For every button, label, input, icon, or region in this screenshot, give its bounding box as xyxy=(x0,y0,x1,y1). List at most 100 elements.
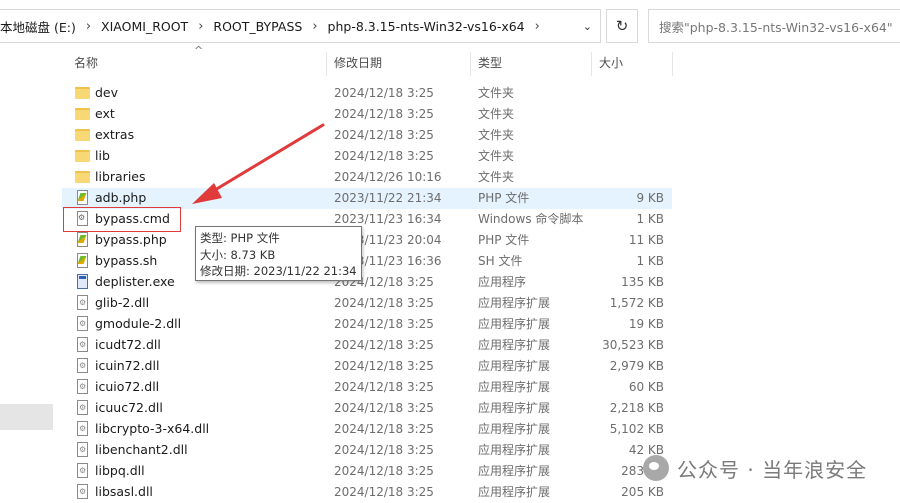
folder-icon xyxy=(75,87,90,99)
file-info-tooltip: 类型: PHP 文件 大小: 8.73 KB 修改日期: 2023/11/22 … xyxy=(195,226,362,281)
navigation-pane[interactable] xyxy=(0,44,55,503)
refresh-button[interactable]: ↻ xyxy=(606,9,638,43)
file-type: 应用程序扩展 xyxy=(478,317,551,331)
file-row[interactable]: bypass.php 2023/11/23 20:04 PHP 文件 11 KB xyxy=(62,230,672,251)
file-name: libpq.dll xyxy=(95,463,145,478)
file-type: 应用程序扩展 xyxy=(478,380,551,394)
file-name: adb.php xyxy=(95,190,147,205)
file-row[interactable]: libcrypto-3-x64.dll 2024/12/18 3:25 应用程序扩展… xyxy=(62,419,672,440)
file-type: 文件夹 xyxy=(478,107,515,121)
file-type: 应用程序扩展 xyxy=(478,422,551,436)
file-name: bypass.php xyxy=(95,232,167,247)
folder-icon xyxy=(75,129,90,141)
file-size: 19 KB xyxy=(628,317,664,331)
file-name: lib xyxy=(95,148,110,163)
watermark: 公众号 · 当年浪安全 xyxy=(643,450,878,486)
breadcrumb-root-bypass[interactable]: ROOT_BYPASS xyxy=(213,19,302,34)
file-row[interactable]: bypass.sh 2023/11/23 16:36 SH 文件 1 KB xyxy=(62,251,672,272)
column-divider[interactable] xyxy=(326,52,327,76)
breadcrumb-drive[interactable]: 本地磁盘 (E:) xyxy=(0,17,76,36)
file-row[interactable]: icuio72.dll 2024/12/18 3:25 应用程序扩展 60 KB xyxy=(62,377,672,398)
file-date: 2024/12/18 3:25 xyxy=(334,296,434,310)
file-date: 2024/12/18 3:25 xyxy=(334,317,434,331)
column-divider[interactable] xyxy=(672,52,673,76)
file-row[interactable]: icuuc72.dll 2024/12/18 3:25 应用程序扩展 2,218 KB xyxy=(62,398,672,419)
navigation-selected-item[interactable] xyxy=(0,404,53,430)
breadcrumb-separator-icon[interactable]: › xyxy=(535,19,540,34)
file-name: gmodule-2.dll xyxy=(95,316,182,331)
dll-file-icon xyxy=(77,337,88,352)
file-type: PHP 文件 xyxy=(478,233,530,247)
file-name: icudt72.dll xyxy=(95,337,161,352)
column-divider[interactable] xyxy=(470,52,471,76)
file-type: 应用程序扩展 xyxy=(478,359,551,373)
folder-icon xyxy=(75,108,90,120)
file-size: 11 KB xyxy=(628,233,664,247)
file-type: 文件夹 xyxy=(478,128,515,142)
column-date-header[interactable]: 修改日期 xyxy=(334,52,382,76)
breadcrumb-php-folder[interactable]: php-8.3.15-nts-Win32-vs16-x64 xyxy=(328,19,525,34)
file-row[interactable]: gmodule-2.dll 2024/12/18 3:25 应用程序扩展 19 KB xyxy=(62,314,672,335)
column-header: 名称 修改日期 类型 大小 xyxy=(62,52,674,76)
file-type: 应用程序扩展 xyxy=(478,401,551,415)
file-size: 1 KB xyxy=(636,254,664,268)
file-row[interactable]: ext 2024/12/18 3:25 文件夹 xyxy=(62,104,672,125)
breadcrumb-separator-icon[interactable]: › xyxy=(198,19,203,34)
file-row[interactable]: adb.php 2023/11/22 21:34 PHP 文件 9 KB xyxy=(62,188,672,209)
file-row[interactable]: icudt72.dll 2024/12/18 3:25 应用程序扩展 30,523 K… xyxy=(62,335,672,356)
dll-file-icon xyxy=(77,358,88,373)
file-row[interactable]: glib-2.dll 2024/12/18 3:25 应用程序扩展 1,572 KB xyxy=(62,293,672,314)
file-type: 应用程序扩展 xyxy=(478,485,551,499)
file-date: 2024/12/26 10:16 xyxy=(334,170,442,184)
file-row[interactable]: dev 2024/12/18 3:25 文件夹 xyxy=(62,83,672,104)
file-name: extras xyxy=(95,127,135,142)
tooltip-size: 大小: 8.73 KB xyxy=(200,247,276,262)
file-row[interactable]: libsasl.dll2024/12/18 3:25应用程序扩展205 KB xyxy=(62,482,672,503)
file-date: 2024/12/18 3:25 xyxy=(334,401,434,415)
breadcrumb-separator-icon[interactable]: › xyxy=(312,19,317,34)
column-divider[interactable] xyxy=(591,52,592,76)
dll-file-icon xyxy=(77,379,88,394)
address-history-chevron-down-icon[interactable]: ⌄ xyxy=(583,20,592,33)
file-date: 2024/12/18 3:25 xyxy=(334,107,434,121)
column-size-header[interactable]: 大小 xyxy=(599,52,623,76)
column-name-header[interactable]: 名称 xyxy=(74,52,98,76)
breadcrumb-separator-icon[interactable]: › xyxy=(86,19,91,34)
file-type: 文件夹 xyxy=(478,170,515,184)
file-row[interactable]: deplister.exe 2024/12/18 3:25 应用程序 135 KB xyxy=(62,272,672,293)
file-type: 应用程序扩展 xyxy=(478,464,551,478)
file-date: 2024/12/18 3:25 xyxy=(334,86,434,100)
file-row[interactable]: lib 2024/12/18 3:25 文件夹 xyxy=(62,146,672,167)
file-date: 2024/12/18 3:25 xyxy=(334,338,434,352)
file-name: icuuc72.dll xyxy=(95,400,163,415)
file-type: 应用程序 xyxy=(478,275,527,289)
column-type-header[interactable]: 类型 xyxy=(478,52,502,76)
file-row[interactable]: extras 2024/12/18 3:25 文件夹 xyxy=(62,125,672,146)
file-size: 1 KB xyxy=(636,212,664,226)
file-row[interactable]: libenchant2.dll2024/12/18 3:25应用程序扩展42 K… xyxy=(62,440,672,461)
breadcrumb-xiaomi-root[interactable]: XIAOMI_ROOT xyxy=(101,19,188,34)
dll-file-icon xyxy=(77,421,88,436)
file-name: libcrypto-3-x64.dll xyxy=(95,421,210,436)
file-type: 文件夹 xyxy=(478,86,515,100)
file-name: deplister.exe xyxy=(95,274,175,289)
tooltip-type: 类型: PHP 文件 xyxy=(200,231,280,245)
file-row[interactable]: libpq.dll2024/12/18 3:25应用程序扩展283 KB xyxy=(62,461,672,482)
file-type: 应用程序扩展 xyxy=(478,296,551,310)
file-date: 2024/12/18 3:25 xyxy=(334,149,434,163)
search-input[interactable]: 搜索"php-8.3.15-nts-Win32-vs16-x64" xyxy=(648,9,900,43)
file-size: 9 KB xyxy=(636,191,664,205)
file-list: dev 2024/12/18 3:25 文件夹 ext 2024/12/18 3:25 文… xyxy=(62,83,672,503)
file-name: libsasl.dll xyxy=(95,484,153,499)
dll-file-icon xyxy=(77,442,88,457)
file-row[interactable]: libraries 2024/12/26 10:16 文件夹 xyxy=(62,167,672,188)
search-placeholder: 搜索"php-8.3.15-nts-Win32-vs16-x64" xyxy=(659,19,893,35)
file-size: 1,572 KB xyxy=(609,296,664,310)
file-date: 2024/12/18 3:25 xyxy=(334,380,434,394)
address-bar[interactable]: 本地磁盘 (E:) › XIAOMI_ROOT › ROOT_BYPASS › … xyxy=(0,9,601,43)
file-name: icuin72.dll xyxy=(95,358,160,373)
file-row[interactable]: icuin72.dll 2024/12/18 3:25 应用程序扩展 2,979 KB xyxy=(62,356,672,377)
file-date: 2024/12/18 3:25 xyxy=(334,359,434,373)
php-file-icon xyxy=(77,190,88,205)
file-name: glib-2.dll xyxy=(95,295,150,310)
